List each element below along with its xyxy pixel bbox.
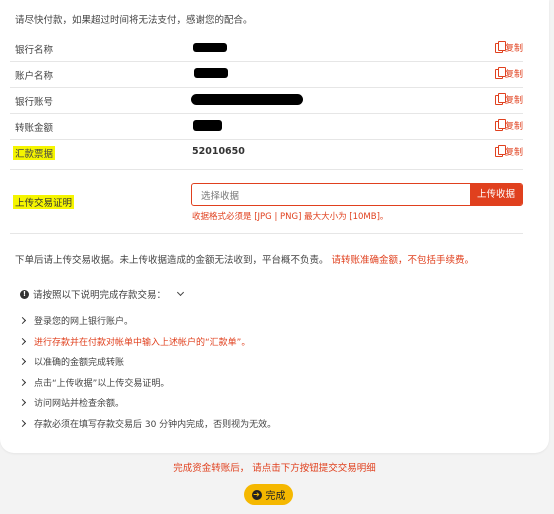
divider	[10, 233, 523, 234]
payment-notice: 请尽快付款，如果超过时间将无法支付，感谢您的配合。	[15, 15, 253, 26]
copy-label: 复制	[504, 96, 523, 106]
instruction-step: 登录您的网上银行账户。	[18, 314, 134, 327]
instruction-step: 点击“上传收据”以上传交易证明。	[18, 376, 170, 389]
chevron-right-icon	[18, 337, 27, 346]
arrow-right-icon: ➔	[251, 489, 262, 500]
redacted-value	[191, 94, 303, 105]
upload-proof-label: 上传交易证明	[13, 195, 75, 209]
copy-icon	[494, 118, 506, 131]
copy-button-account-name[interactable]: 复制	[494, 66, 523, 80]
copy-label: 复制	[504, 70, 523, 80]
redacted-value	[193, 43, 227, 52]
remittance-ref-value: 52010650	[192, 146, 245, 157]
instruction-step: 存款必须在填写存款交易后 30 分钟内完成，否则视为无效。	[18, 417, 277, 430]
chevron-down-icon	[176, 288, 185, 297]
done-button[interactable]: ➔ 完成	[244, 484, 293, 505]
divider	[10, 169, 523, 170]
instructions-toggle[interactable]: ! 请按照以下说明完成存款交易：	[20, 287, 185, 301]
chevron-right-icon	[18, 357, 27, 366]
step-text: 登录您的网上银行账户。	[34, 317, 134, 327]
field-label: 汇款票据	[13, 146, 56, 160]
copy-label: 复制	[504, 122, 523, 132]
copy-label: 复制	[504, 148, 523, 158]
redacted-value	[193, 120, 222, 131]
field-label: 银行名称	[15, 45, 54, 56]
redacted-value	[194, 68, 228, 78]
after-note-text: 下单后请上传交易收据。未上传收据造成的金额无法收到，平台概不负责。	[15, 255, 329, 266]
instruction-step: 以准确的金额完成转账	[18, 355, 125, 368]
copy-button-bank-name[interactable]: 复制	[494, 40, 523, 54]
field-label: 转账金额	[15, 123, 54, 134]
step-text: 访问网站并检查余额。	[34, 399, 125, 409]
field-row-account-name: 账户名称 复制	[0, 61, 549, 86]
copy-icon	[494, 40, 506, 53]
field-row-transfer-amount: 转账金额 复制	[0, 113, 549, 138]
payment-card: 请尽快付款，如果超过时间将无法支付，感谢您的配合。 银行名称 复制 账户名称 复…	[0, 0, 549, 453]
copy-button-account-number[interactable]: 复制	[494, 92, 523, 106]
instruction-step: 进行存款并在付款对帐单中输入上述帐户的“汇款单”。	[18, 335, 251, 348]
chevron-right-icon	[18, 316, 27, 325]
receipt-format-hint: 收据格式必须是 [JPG | PNG] 最大大小为 [10MB]。	[192, 212, 389, 222]
receipt-placeholder: 选择收据	[201, 191, 240, 202]
field-row-bank-name: 银行名称 复制	[0, 35, 549, 60]
field-row-account-number: 银行账号 复制	[0, 87, 549, 112]
info-icon: !	[20, 289, 29, 299]
instructions-title: 请按照以下说明完成存款交易：	[33, 290, 167, 301]
chevron-right-icon	[18, 419, 27, 428]
chevron-right-icon	[18, 398, 27, 407]
after-note-warning: 请转账准确金额，不包括手续费。	[331, 255, 475, 266]
copy-icon	[494, 144, 506, 157]
after-order-note: 下单后请上传交易收据。未上传收据造成的金额无法收到，平台概不负责。 请转账准确金…	[15, 252, 474, 266]
copy-label: 复制	[504, 44, 523, 54]
copy-button-remittance-ref[interactable]: 复制	[494, 144, 523, 158]
field-label: 银行账号	[15, 97, 54, 108]
done-label: 完成	[265, 491, 286, 502]
chevron-right-icon	[18, 378, 27, 387]
submit-hint: 完成资金转账后， 请点击下方按钮提交交易明细	[173, 463, 376, 474]
step-text: 点击“上传收据”以上传交易证明。	[34, 379, 170, 389]
step-text: 进行存款并在付款对帐单中输入上述帐户的“汇款单”。	[34, 338, 251, 348]
copy-icon	[494, 66, 506, 79]
field-label: 账户名称	[15, 71, 54, 82]
copy-button-transfer-amount[interactable]: 复制	[494, 118, 523, 132]
step-text: 以准确的金额完成转账	[34, 358, 125, 368]
step-text: 存款必须在填写存款交易后 30 分钟内完成，否则视为无效。	[34, 420, 277, 430]
upload-receipt-button[interactable]: 上传收据	[470, 184, 522, 205]
instruction-step: 访问网站并检查余额。	[18, 396, 125, 409]
receipt-file-input[interactable]: 选择收据 上传收据	[191, 183, 523, 206]
copy-icon	[494, 92, 506, 105]
field-row-remittance-ref: 汇款票据 52010650 复制	[0, 139, 549, 164]
